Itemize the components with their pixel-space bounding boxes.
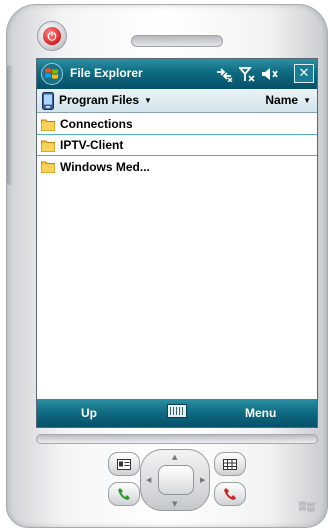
- dpad[interactable]: ▲ ▼ ◀ ▶: [140, 449, 210, 511]
- sort-label: Name: [265, 93, 299, 107]
- power-icon: ⏻: [43, 27, 61, 45]
- device-screen: File Explorer ✕ Program Files ▼ Name ▼ C…: [36, 58, 318, 428]
- windows-logo-icon: [299, 501, 315, 512]
- connectivity-icon[interactable]: [215, 66, 233, 82]
- file-name: IPTV-Client: [60, 138, 124, 152]
- file-name: Windows Med...: [60, 159, 150, 174]
- dpad-center-button[interactable]: [158, 465, 194, 495]
- list-item[interactable]: Connections: [37, 114, 317, 135]
- down-arrow-icon: ▼: [172, 500, 178, 508]
- menu-bar: Up Menu: [37, 399, 317, 427]
- close-button[interactable]: ✕: [294, 64, 314, 83]
- phone-green-icon: [118, 488, 130, 500]
- status-icons: [215, 65, 279, 83]
- folder-icon: [41, 161, 55, 173]
- start-menu-icon[interactable]: [41, 63, 63, 85]
- chevron-down-icon: ▼: [303, 95, 311, 105]
- folder-dropdown[interactable]: Program Files ▼: [59, 93, 152, 107]
- right-arrow-icon: ▶: [200, 476, 206, 484]
- power-button[interactable]: ⏻: [37, 21, 67, 51]
- folder-bar: Program Files ▼ Name ▼: [37, 89, 317, 113]
- side-button[interactable]: [7, 65, 14, 185]
- up-arrow-icon: ▲: [172, 453, 178, 461]
- left-softkey-up[interactable]: Up: [81, 406, 97, 420]
- folder-icon: [41, 119, 55, 131]
- hardware-strip: [36, 434, 318, 444]
- device-icon: [42, 92, 54, 110]
- end-call-button[interactable]: [214, 482, 246, 506]
- title-bar: File Explorer ✕: [37, 59, 317, 89]
- grid-icon: [223, 458, 237, 470]
- phone-red-icon: [224, 488, 236, 500]
- sort-dropdown[interactable]: Name ▼: [265, 93, 311, 107]
- right-softkey-menu[interactable]: Menu: [245, 406, 276, 420]
- contacts-hardware-button[interactable]: [214, 452, 246, 476]
- keyboard-icon[interactable]: [167, 404, 187, 418]
- signal-off-icon[interactable]: [239, 66, 255, 82]
- current-folder-label: Program Files: [59, 93, 140, 107]
- list-item[interactable]: IPTV-Client: [37, 135, 317, 156]
- folder-icon: [41, 140, 55, 152]
- calendar-hardware-button[interactable]: [108, 452, 140, 476]
- file-list: Connections IPTV-Client Windows Med...: [37, 114, 317, 177]
- call-button[interactable]: [108, 482, 140, 506]
- list-item[interactable]: Windows Med...: [37, 156, 317, 177]
- chevron-down-icon: ▼: [144, 95, 152, 105]
- volume-off-icon[interactable]: [261, 66, 279, 82]
- file-name: Connections: [60, 117, 133, 131]
- app-title: File Explorer: [70, 66, 143, 80]
- speaker-grille: [131, 35, 223, 47]
- left-arrow-icon: ◀: [146, 476, 152, 484]
- contact-card-icon: [117, 458, 131, 470]
